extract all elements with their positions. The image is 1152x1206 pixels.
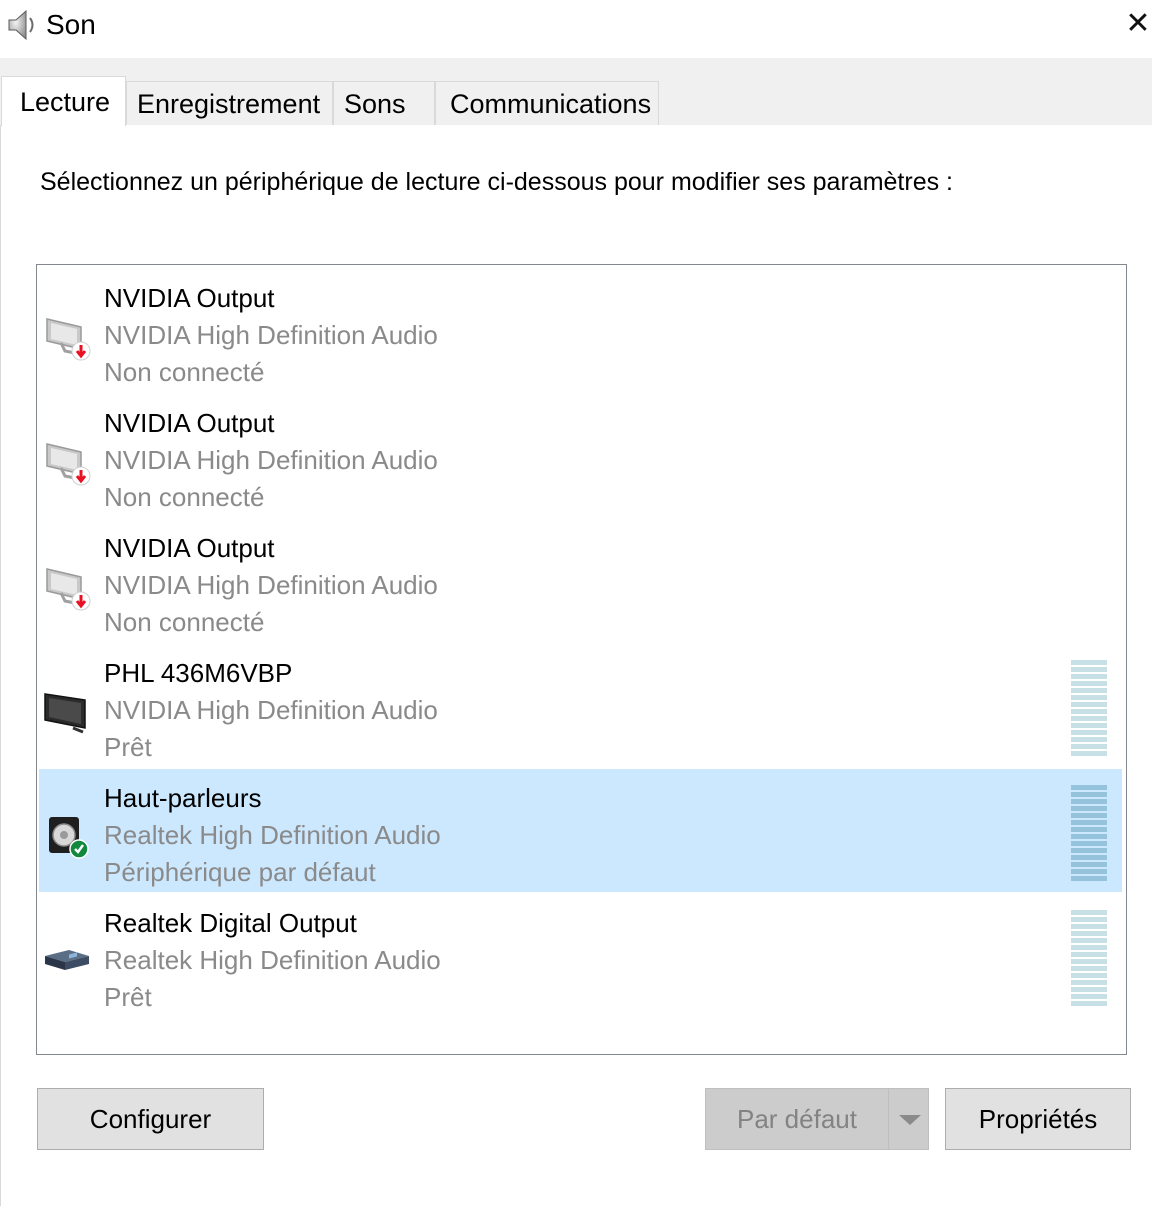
volume-meter [1071,785,1107,883]
tab-lecture[interactable]: Lecture [1,76,126,126]
meter-segment [1071,667,1107,672]
meter-segment [1071,917,1107,922]
meter-segment [1071,751,1107,756]
set-default-label: Par défaut [737,1104,857,1134]
meter-segment [1071,1001,1107,1006]
monitor-icon [43,682,93,736]
meter-segment [1071,862,1107,867]
digital-output-icon [43,932,93,986]
meter-segment [1071,744,1107,749]
meter-segment [1071,973,1107,978]
device-driver: NVIDIA High Definition Audio [104,445,438,475]
device-item[interactable]: PHL 436M6VBP NVIDIA High Definition Audi… [39,644,1122,767]
device-status: Périphérique par défaut [104,857,376,887]
meter-segment [1071,945,1107,950]
configure-button[interactable]: Configurer [37,1088,264,1150]
tab-sons[interactable]: Sons [333,81,435,125]
device-name: Haut-parleurs [104,783,262,813]
device-item[interactable]: NVIDIA Output NVIDIA High Definition Aud… [39,519,1122,642]
meter-segment [1071,695,1107,700]
title-bar: Son ✕ [0,0,1152,58]
meter-segment [1071,910,1107,915]
device-item[interactable]: Realtek Digital Output Realtek High Defi… [39,894,1122,1017]
window-title: Son [46,9,96,40]
monitor-disconnected-icon [43,307,93,361]
device-status: Non connecté [104,357,265,387]
meter-segment [1071,827,1107,832]
meter-segment [1071,952,1107,957]
meter-segment [1071,841,1107,846]
device-driver: Realtek High Definition Audio [104,820,441,850]
device-item[interactable]: Haut-parleurs Realtek High Definition Au… [39,769,1122,892]
meter-segment [1071,980,1107,985]
meter-segment [1071,876,1107,881]
meter-segment [1071,785,1107,790]
device-driver: NVIDIA High Definition Audio [104,695,438,725]
device-status: Prêt [104,982,152,1012]
meter-segment [1071,702,1107,707]
device-item[interactable]: NVIDIA Output NVIDIA High Definition Aud… [39,394,1122,517]
meter-segment [1071,834,1107,839]
meter-segment [1071,730,1107,735]
device-name: NVIDIA Output [104,408,275,438]
volume-meter [1071,910,1107,1008]
meter-segment [1071,688,1107,693]
properties-button[interactable]: Propriétés [945,1088,1131,1150]
meter-segment [1071,855,1107,860]
meter-segment [1071,987,1107,992]
meter-segment [1071,994,1107,999]
meter-segment [1071,674,1107,679]
meter-segment [1071,681,1107,686]
speaker-default-icon [43,807,93,861]
tab-communications[interactable]: Communications [435,81,659,125]
close-icon[interactable]: ✕ [1124,6,1152,42]
meter-segment [1071,799,1107,804]
speaker-icon [8,9,34,41]
device-status: Non connecté [104,607,265,637]
device-driver: Realtek High Definition Audio [104,945,441,975]
device-name: PHL 436M6VBP [104,658,293,688]
meter-segment [1071,792,1107,797]
meter-segment [1071,924,1107,929]
meter-segment [1071,869,1107,874]
meter-segment [1071,660,1107,665]
meter-segment [1071,820,1107,825]
device-list[interactable]: NVIDIA Output NVIDIA High Definition Aud… [36,264,1127,1055]
meter-segment [1071,737,1107,742]
meter-segment [1071,813,1107,818]
chevron-down-icon[interactable] [892,1089,928,1149]
monitor-disconnected-icon [43,557,93,611]
device-driver: NVIDIA High Definition Audio [104,320,438,350]
device-name: NVIDIA Output [104,533,275,563]
meter-segment [1071,966,1107,971]
device-name: Realtek Digital Output [104,908,357,938]
meter-segment [1071,709,1107,714]
device-driver: NVIDIA High Definition Audio [104,570,438,600]
meter-segment [1071,931,1107,936]
meter-segment [1071,806,1107,811]
device-item[interactable]: NVIDIA Output NVIDIA High Definition Aud… [39,269,1122,392]
monitor-disconnected-icon [43,432,93,486]
device-status: Prêt [104,732,152,762]
set-default-split-button[interactable]: Par défaut [705,1088,929,1150]
split-separator [888,1089,889,1149]
volume-meter [1071,660,1107,758]
tab-enregistrement[interactable]: Enregistrement [126,81,333,125]
meter-segment [1071,959,1107,964]
instruction-text: Sélectionnez un périphérique de lecture … [40,168,953,196]
meter-segment [1071,716,1107,721]
device-status: Non connecté [104,482,265,512]
device-name: NVIDIA Output [104,283,275,313]
meter-segment [1071,848,1107,853]
meter-segment [1071,723,1107,728]
meter-segment [1071,938,1107,943]
